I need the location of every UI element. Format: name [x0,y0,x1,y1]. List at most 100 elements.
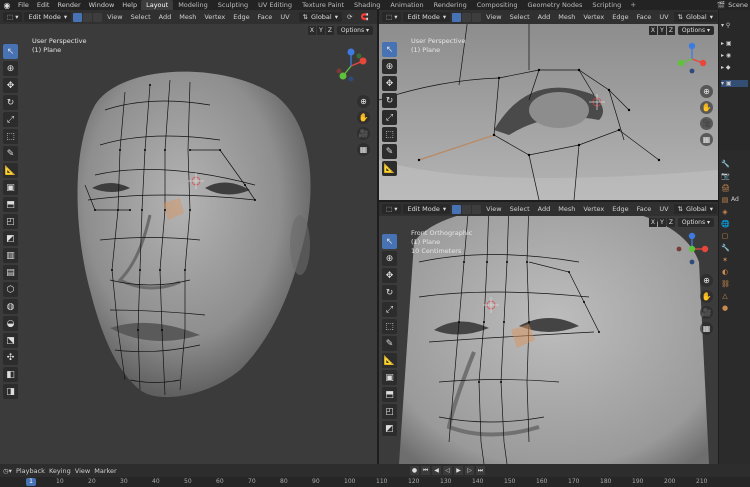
mode-dropdown[interactable]: Edit Mode ▾ [403,12,451,22]
poly-build-tool-icon[interactable]: ⬡ [3,282,18,297]
menu-view[interactable]: View [104,13,125,21]
workspace-tab-rendering[interactable]: Rendering [429,0,472,10]
record-icon[interactable]: ● [410,466,419,475]
menu-face[interactable]: Face [634,205,655,213]
zoom-icon[interactable]: ⊕ [700,85,713,98]
annotate-tool-icon[interactable]: ✎ [382,336,397,351]
options-dropdown[interactable]: Options ▾ [677,25,714,35]
outliner-filter-icon[interactable]: ▾ ⚲ [721,22,730,29]
menu-add[interactable]: Add [535,205,554,213]
menu-vertex[interactable]: Vertex [580,13,607,21]
outliner-row[interactable]: ▸ ▣ [721,40,732,47]
workspace-tab-geometry-nodes[interactable]: Geometry Nodes [523,0,588,10]
mirror-z-button[interactable]: Z [666,25,675,35]
menu-mesh[interactable]: Mesh [555,13,578,21]
scale-tool-icon[interactable]: ⤢ [3,112,18,127]
timeline-menu-marker[interactable]: Marker [94,467,116,475]
edge-select-button[interactable] [462,204,472,214]
move-tool-icon[interactable]: ✥ [382,268,397,283]
mirror-x-button[interactable]: X [307,25,316,35]
smooth-tool-icon[interactable]: ◒ [3,316,18,331]
inset-tool-icon[interactable]: ◰ [3,214,18,229]
constraints-icon[interactable]: ⛓ [721,280,730,289]
edge-select-button[interactable] [462,12,472,22]
camera-view-icon[interactable]: 🎥 [700,306,713,319]
world-properties-icon[interactable]: 🌐 [721,220,730,229]
menu-face[interactable]: Face [634,13,655,21]
bevel-tool-icon[interactable]: ◩ [382,421,397,436]
knife-tool-icon[interactable]: ▤ [3,265,18,280]
next-keyframe-icon[interactable]: ▷ [465,466,474,475]
menu-edge[interactable]: Edge [230,13,252,21]
annotate-tool-icon[interactable]: ✎ [382,144,397,159]
object-properties-icon[interactable]: ▢ [721,232,729,241]
transform-orientation-dropdown[interactable]: ⇅ Global ▾ [298,12,342,22]
top-right-3d-viewport[interactable]: ⬚ ▾ Edit Mode ▾ View Select Add Mesh Vert… [379,10,718,200]
transform-orientation-dropdown[interactable]: ⇅ Global ▾ [673,12,717,22]
workspace-tab-animation[interactable]: Animation [385,0,428,10]
proportional-editing-icon[interactable]: ◎ [374,13,378,21]
menu-select[interactable]: Select [507,205,533,213]
mode-dropdown[interactable]: Edit Mode ▾ [403,204,451,214]
properties-panel[interactable]: ▾ ⚲ ▸ ▣ ▸ ◉ ▸ ◆ ▾ ▣ 🔧 📷 🖨 ▤ ◈ 🌐 ▢ 🔧 ✶ ◐ … [719,10,750,464]
transform-tool-icon[interactable]: ⬚ [3,129,18,144]
menu-help[interactable]: Help [118,1,141,9]
mirror-x-button[interactable]: X [648,25,657,35]
camera-view-icon[interactable]: 🎥 [357,127,370,140]
spin-tool-icon[interactable]: ◍ [3,299,18,314]
timeline-menu-playback[interactable]: Playback [16,467,45,475]
menu-window[interactable]: Window [85,1,119,9]
transform-tool-icon[interactable]: ⬚ [382,319,397,334]
timeline-editor-icon[interactable]: ◷▾ [3,467,12,475]
pan-hand-icon[interactable]: ✋ [357,111,370,124]
cursor-tool-icon[interactable]: ⊕ [3,61,18,76]
output-properties-icon[interactable]: 🖨 [721,184,730,193]
cursor-tool-icon[interactable]: ⊕ [382,59,397,74]
mirror-y-button[interactable]: Y [657,25,666,35]
extrude-tool-icon[interactable]: ⬒ [382,387,397,402]
navigation-gizmo[interactable] [675,232,709,266]
play-icon[interactable]: ▶ [454,466,463,475]
mirror-z-button[interactable]: Z [325,25,334,35]
menu-uv[interactable]: UV [277,13,292,21]
scale-tool-icon[interactable]: ⤢ [382,302,397,317]
select-box-tool-icon[interactable]: ↖ [3,44,18,59]
material-properties-icon[interactable]: ● [721,304,729,313]
bevel-tool-icon[interactable]: ◩ [3,231,18,246]
menu-edge[interactable]: Edge [609,205,631,213]
pan-hand-icon[interactable]: ✋ [700,290,713,303]
menu-view[interactable]: View [483,13,504,21]
jump-start-icon[interactable]: ⏮ [421,466,430,475]
face-mesh-scene[interactable] [0,10,377,464]
outliner-row[interactable]: ▸ ◉ [721,52,731,59]
menu-vertex[interactable]: Vertex [201,13,228,21]
menu-add[interactable]: Add [156,13,175,21]
workspace-tab-sculpting[interactable]: Sculpting [213,0,253,10]
jump-end-icon[interactable]: ⏭ [476,466,485,475]
timeline-menu-view[interactable]: View [75,467,90,475]
workspace-tab-shading[interactable]: Shading [349,0,385,10]
options-dropdown[interactable]: Options ▾ [677,217,714,227]
menu-edit[interactable]: Edit [33,1,54,9]
menu-select[interactable]: Select [507,13,533,21]
scale-tool-icon[interactable]: ⤢ [382,110,397,125]
render-properties-icon[interactable]: 📷 [721,172,730,181]
current-frame-indicator[interactable]: 1 [26,478,36,486]
menu-file[interactable]: File [14,1,33,9]
tool-properties-icon[interactable]: 🔧 [721,160,730,169]
blender-logo-icon[interactable]: ◉ [0,1,14,10]
menu-vertex[interactable]: Vertex [580,205,607,213]
editor-type-dropdown[interactable]: ⬚ ▾ [382,204,402,214]
physics-icon[interactable]: ◐ [721,268,729,277]
main-3d-viewport[interactable]: ⬚ ▾ Edit Mode ▾ View Select Add Mesh Vert… [0,10,377,464]
perspective-grid-icon[interactable]: ▦ [357,143,370,156]
particles-icon[interactable]: ✶ [721,256,729,265]
face-select-button[interactable] [472,204,482,214]
workspace-tab-compositing[interactable]: Compositing [472,0,523,10]
shear-tool-icon[interactable]: ◧ [3,367,18,382]
workspace-tab-modeling[interactable]: Modeling [173,0,213,10]
rotate-tool-icon[interactable]: ↻ [3,95,18,110]
mirror-y-button[interactable]: Y [657,217,666,227]
timeline-editor[interactable]: ◷▾ Playback Keying View Marker ● ⏮ ◀ ◁ ▶… [0,464,750,487]
move-tool-icon[interactable]: ✥ [3,78,18,93]
